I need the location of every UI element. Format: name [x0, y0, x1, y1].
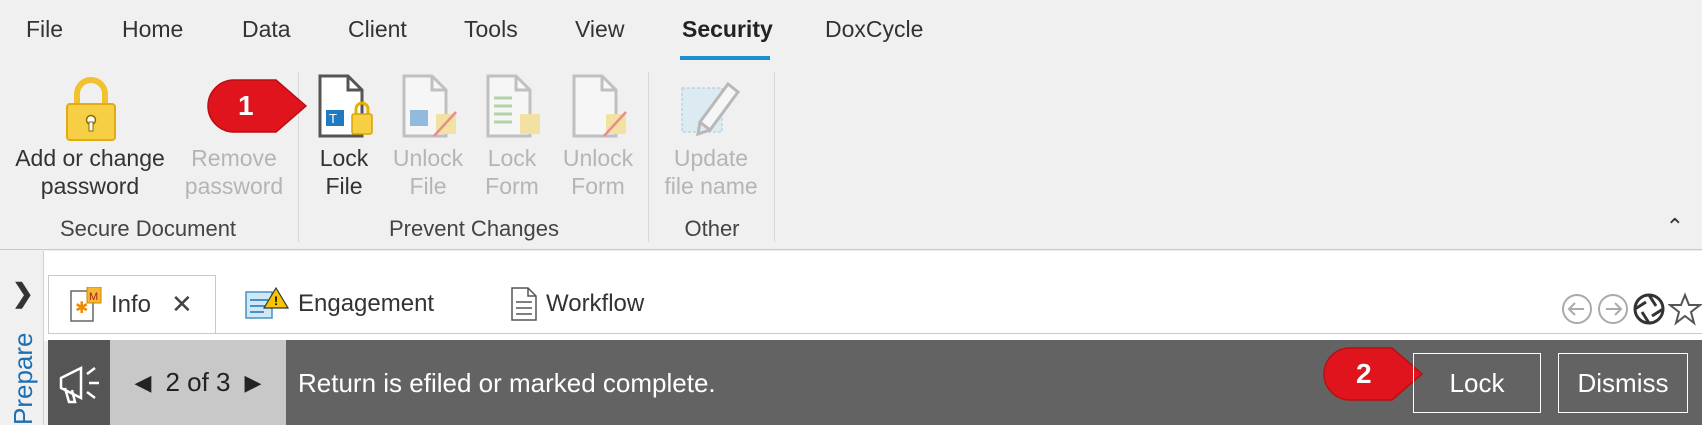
- padlock-icon: [66, 77, 116, 141]
- tab-file[interactable]: File: [26, 16, 63, 43]
- lock-file-label-line2: File: [325, 173, 363, 199]
- lock-form-icon: [486, 74, 540, 138]
- step-badge-number: 1: [238, 90, 254, 121]
- tab-workflow[interactable]: Workflow: [510, 275, 644, 333]
- lock-form-label-line2: Form: [485, 173, 539, 199]
- tab-navigation-icons: [1560, 292, 1702, 326]
- group-label-other: Other: [684, 216, 740, 241]
- tab-view[interactable]: View: [575, 16, 624, 43]
- ribbon-tab-bar: File Home Data Client Tools View Securit…: [0, 0, 1702, 64]
- pencil-icon: [681, 81, 741, 137]
- tab-data[interactable]: Data: [242, 16, 291, 43]
- back-circle-icon[interactable]: [1560, 292, 1594, 326]
- forward-circle-icon[interactable]: [1596, 292, 1630, 326]
- group-label-prevent-changes: Prevent Changes: [389, 216, 559, 241]
- lock-file-icon: T: [318, 74, 373, 138]
- svg-text:!: !: [274, 294, 278, 308]
- red-pointer-badge-icon: [207, 79, 308, 133]
- add-or-change-password-button[interactable]: Add or change password: [6, 72, 174, 200]
- svg-text:M: M: [89, 291, 98, 303]
- lock-file-button[interactable]: T Lock File: [306, 72, 382, 200]
- step-badge-2: 2: [1322, 346, 1424, 402]
- unlock-file-label-line2: File: [409, 173, 447, 199]
- lock-form-button[interactable]: Lock Form: [472, 72, 552, 200]
- lock-form-label-line1: Lock: [487, 145, 537, 171]
- tab-security[interactable]: Security: [682, 16, 773, 43]
- engagement-warning-icon: !: [245, 286, 290, 319]
- previous-notification-icon[interactable]: ◀: [135, 370, 152, 396]
- pager-text: 2 of 3: [165, 367, 231, 397]
- unlock-file-icon: [402, 74, 457, 138]
- workflow-document-icon: [511, 287, 537, 321]
- tab-engagement-label: Engagement: [298, 290, 435, 317]
- update-file-name-label-line2: file name: [664, 173, 758, 199]
- unlock-form-label-line2: Form: [571, 173, 625, 199]
- red-pointer-badge-icon: [1323, 347, 1424, 401]
- tab-doxcycle[interactable]: DoxCycle: [825, 16, 923, 43]
- notification-message: Return is efiled or marked complete.: [298, 368, 716, 398]
- expand-panel-chevron-right-icon[interactable]: ❯: [12, 278, 34, 309]
- svg-text:T: T: [329, 111, 337, 126]
- unlock-form-button[interactable]: Unlock Form: [556, 72, 640, 200]
- lock-button[interactable]: Lock: [1413, 353, 1541, 413]
- tab-workflow-label: Workflow: [546, 290, 645, 317]
- dismiss-button[interactable]: Dismiss: [1558, 353, 1688, 413]
- unlock-file-label-line1: Unlock: [392, 145, 464, 171]
- group-separator: [774, 72, 775, 242]
- collapse-ribbon-chevron-up-icon[interactable]: ⌃: [1666, 214, 1684, 240]
- group-separator: [648, 72, 649, 242]
- lock-file-label-line1: Lock: [319, 145, 369, 171]
- svg-text:✱: ✱: [75, 300, 88, 317]
- tab-info-label: Info: [111, 290, 152, 318]
- group-label-secure-document: Secure Document: [59, 216, 237, 241]
- step-badge-number: 2: [1356, 358, 1372, 389]
- tab-strip-baseline: [48, 333, 1702, 334]
- next-notification-icon[interactable]: ▶: [245, 370, 262, 396]
- update-file-name-button[interactable]: Update file name: [654, 72, 768, 200]
- tab-tools[interactable]: Tools: [464, 16, 518, 43]
- update-file-name-label-line1: Update: [673, 145, 749, 171]
- tab-client[interactable]: Client: [348, 16, 407, 43]
- unlock-form-icon: [572, 74, 627, 138]
- remove-password-label-line2: password: [184, 173, 284, 199]
- tab-engagement[interactable]: ! Engagement: [244, 275, 434, 333]
- unlock-file-button[interactable]: Unlock File: [388, 72, 468, 200]
- tab-home[interactable]: Home: [122, 16, 183, 43]
- side-panel-label[interactable]: Prepare: [8, 333, 39, 425]
- step-badge-1: 1: [206, 78, 308, 134]
- add-password-label-line2: password: [40, 173, 140, 199]
- close-tab-icon[interactable]: ✕: [171, 289, 193, 320]
- add-password-label-line1: Add or change: [15, 145, 165, 171]
- remove-password-label-line1: Remove: [191, 145, 277, 171]
- notification-pager: ◀ 2 of 3 ▶: [110, 340, 286, 425]
- tab-info[interactable]: ✱ M Info ✕: [48, 275, 216, 333]
- active-tab-underline: [680, 56, 770, 60]
- unlock-form-label-line1: Unlock: [562, 145, 634, 171]
- info-document-icon: ✱ M: [70, 286, 102, 322]
- aperture-icon[interactable]: [1632, 292, 1666, 326]
- megaphone-icon: [48, 340, 110, 425]
- star-icon[interactable]: [1668, 292, 1702, 326]
